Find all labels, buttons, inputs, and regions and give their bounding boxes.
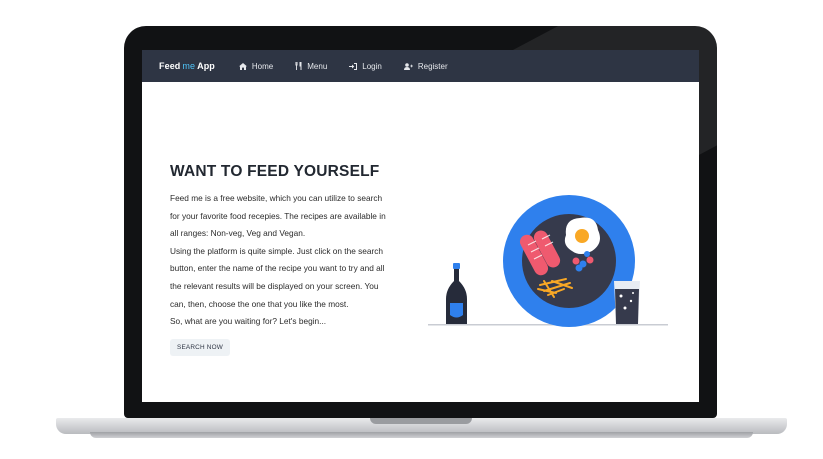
nav-item-label: Login bbox=[362, 61, 382, 71]
user-plus-icon bbox=[403, 62, 413, 70]
brand-highlight: me bbox=[182, 61, 196, 71]
nav-item-login[interactable]: Login bbox=[349, 62, 382, 71]
browser-viewport: Feed me App Home Menu Login Register WAN… bbox=[142, 50, 699, 402]
sauce-bottle-icon bbox=[446, 263, 467, 324]
navbar: Feed me App Home Menu Login Register bbox=[142, 50, 699, 82]
description-line: button, enter the name of the recipe you… bbox=[170, 263, 385, 274]
utensils-icon bbox=[295, 62, 302, 70]
home-icon bbox=[238, 62, 247, 70]
brand-prefix: Feed bbox=[159, 61, 181, 71]
description-line: Using the platform is quite simple. Just… bbox=[170, 245, 384, 256]
description-line: Feed me is a free website, which you can… bbox=[170, 193, 383, 203]
description-line: for your favorite food recepies. The rec… bbox=[170, 210, 386, 221]
laptop-notch bbox=[370, 418, 472, 424]
hero-title: WANT TO FEED YOURSELF bbox=[170, 163, 380, 180]
plate-icon bbox=[503, 195, 635, 327]
description-line: So, what are you waiting for? Let's begi… bbox=[170, 316, 327, 327]
description-line: the relevant results will be displayed o… bbox=[170, 280, 379, 291]
nav-item-label: Home bbox=[251, 61, 274, 71]
table-line bbox=[428, 324, 668, 326]
description-line: all ranges: Non-veg, Veg and Vegan. bbox=[170, 228, 306, 239]
laptop-base-foot bbox=[90, 432, 753, 438]
description-line: can, then, choose the one that you like … bbox=[170, 298, 349, 309]
nav-item-label: Register bbox=[417, 61, 448, 71]
nav-item-home[interactable]: Home bbox=[238, 61, 274, 71]
search-now-button[interactable]: SEARCH NOW bbox=[170, 339, 230, 356]
hero-description: Feed me is a free website, which you can… bbox=[170, 190, 425, 331]
nav-item-register[interactable]: Register bbox=[403, 61, 448, 71]
nav-item-menu[interactable]: Menu bbox=[295, 62, 327, 71]
sign-in-icon bbox=[349, 62, 358, 70]
food-illustration bbox=[428, 195, 668, 327]
brand-logo[interactable]: Feed me App bbox=[159, 61, 215, 71]
brand-suffix: App bbox=[197, 61, 215, 71]
nav-item-label: Menu bbox=[307, 61, 328, 71]
fried-egg-icon bbox=[564, 217, 600, 254]
